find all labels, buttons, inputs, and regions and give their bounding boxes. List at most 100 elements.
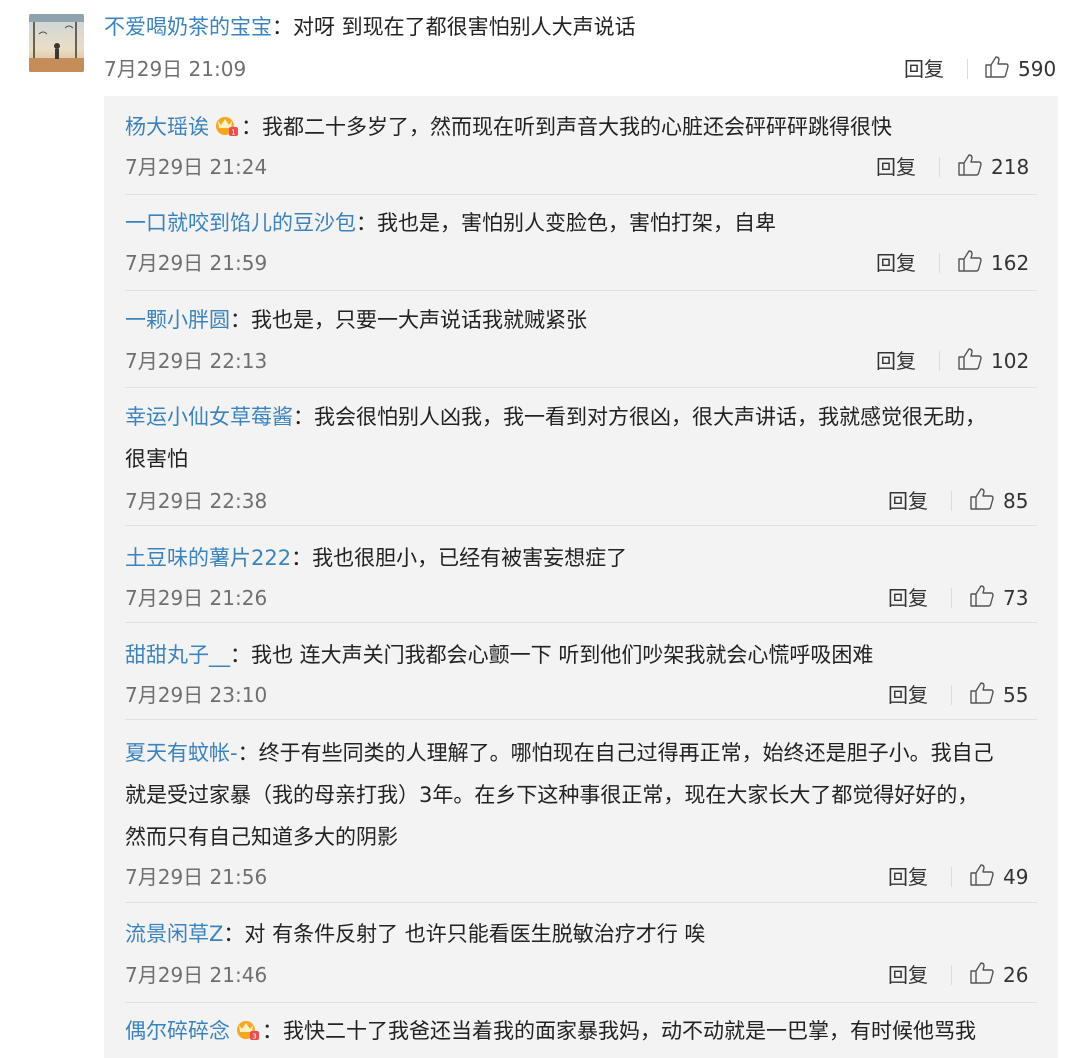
reply-username[interactable]: 幸运小仙女草莓酱 — [125, 405, 293, 429]
like-button[interactable]: 590 — [984, 56, 1056, 82]
colon: ： — [223, 922, 245, 946]
like-button[interactable]: 85 — [969, 488, 1028, 514]
reply-username[interactable]: 一颗小胖圆 — [125, 308, 230, 332]
colon: ： — [356, 211, 377, 235]
colon: ： — [291, 546, 313, 570]
divider — [951, 965, 952, 985]
like-count: 218 — [991, 155, 1030, 179]
like-button[interactable]: 162 — [957, 250, 1029, 276]
row-divider — [125, 290, 1037, 291]
colon: ： — [230, 308, 251, 332]
reply-text: 我快二十了我爸还当着我的面家暴我妈，动不动就是一巴掌，有时候他骂我 — [283, 1019, 976, 1043]
timestamp: 7月29日 22:13 — [125, 349, 268, 373]
thumbs-up-icon — [984, 55, 1010, 83]
thumbs-up-icon — [969, 681, 995, 709]
like-button[interactable]: 102 — [957, 348, 1029, 374]
row-divider — [125, 194, 1037, 195]
like-count: 102 — [991, 349, 1030, 373]
timestamp: 7月29日 21:59 — [125, 251, 268, 275]
timestamp: 7月29日 21:46 — [125, 963, 268, 987]
like-count: 85 — [1003, 489, 1029, 513]
colon: ： — [262, 1019, 283, 1043]
thumbs-up-icon — [957, 153, 983, 181]
timestamp: 7月29日 21:26 — [125, 586, 268, 610]
reply-button[interactable]: 回复 — [876, 348, 916, 374]
row-divider — [125, 1002, 1037, 1003]
svg-text:1: 1 — [231, 129, 235, 137]
divider — [951, 867, 952, 887]
comment-text: 对呀 到现在了都很害怕别人大声说话 — [293, 15, 636, 39]
reply-button[interactable]: 回复 — [888, 488, 928, 514]
divider — [951, 491, 952, 511]
reply-username[interactable]: 夏天有蚊帐- — [125, 741, 238, 765]
avatar[interactable] — [29, 14, 84, 72]
vip-crown-icon: 1 — [213, 109, 239, 151]
thumbs-up-icon — [957, 249, 983, 277]
row-divider — [125, 525, 1037, 526]
row-divider — [125, 387, 1037, 388]
reply-username[interactable]: 土豆味的薯片222 — [125, 546, 291, 570]
divider — [951, 588, 952, 608]
reply-button[interactable]: 回复 — [888, 682, 928, 708]
like-count: 162 — [991, 251, 1030, 275]
colon: ： — [241, 115, 262, 139]
reply-text-continued: 就是受过家暴（我的母亲打我）3年。在乡下这种事很正常，现在大家长大了都觉得好好的… — [125, 783, 979, 807]
reply-button[interactable]: 回复 — [876, 154, 916, 180]
reply-button[interactable]: 回复 — [888, 585, 928, 611]
divider — [939, 351, 940, 371]
reply-text: 终于有些同类的人理解了。哪怕现在自己过得再正常，始终还是胆子小。我自己 — [258, 741, 994, 765]
thumbs-up-icon — [969, 487, 995, 515]
row-divider — [125, 902, 1037, 903]
timestamp: 7月29日 23:10 — [125, 683, 268, 707]
replies-panel: 杨大瑶诶 1 ：我都二十多岁了，然而现在听到声音大我的心脏还会砰砰砰跳得很快 7月2… — [104, 96, 1058, 1058]
thumbs-up-icon — [957, 347, 983, 375]
reply-button[interactable]: 回复 — [888, 864, 928, 890]
like-button[interactable]: 218 — [957, 154, 1029, 180]
timestamp: 7月29日 22:38 — [125, 489, 268, 513]
reply-text: 我会很怕别人凶我，我一看到对方很凶，很大声讲话，我就感觉很无助， — [314, 405, 986, 429]
vip-crown-icon: 3 — [234, 1013, 260, 1055]
thumbs-up-icon — [969, 584, 995, 612]
reply-button[interactable]: 回复 — [888, 962, 928, 988]
colon: ： — [237, 741, 259, 765]
colon: ： — [230, 643, 251, 667]
reply-text: 我也 连大声关门我都会心颤一下 听到他们吵架我就会心慌呼吸困难 — [251, 643, 874, 667]
reply-text: 对 有条件反射了 也许只能看医生脱敏治疗才行 唉 — [244, 922, 706, 946]
reply-button[interactable]: 回复 — [876, 250, 916, 276]
timestamp: 7月29日 21:09 — [104, 57, 247, 81]
divider — [939, 253, 940, 273]
reply-username[interactable]: 流景闲草Z — [125, 922, 223, 946]
username[interactable]: 不爱喝奶茶的宝宝 — [104, 15, 272, 39]
reply-text: 我都二十多岁了，然而现在听到声音大我的心脏还会砰砰砰跳得很快 — [262, 115, 892, 139]
timestamp: 7月29日 21:24 — [125, 155, 268, 179]
svg-text:3: 3 — [252, 1033, 256, 1041]
divider — [967, 59, 968, 79]
like-count: 26 — [1003, 963, 1029, 987]
reply-button[interactable]: 回复 — [904, 56, 944, 82]
reply-username[interactable]: 一口就咬到馅儿的豆沙包 — [125, 211, 356, 235]
reply-text-continued: 很害怕 — [125, 447, 188, 471]
reply-text-continued: 然而只有自己知道多大的阴影 — [125, 825, 398, 849]
like-count: 590 — [1018, 57, 1057, 81]
like-count: 73 — [1003, 586, 1029, 610]
reply-username[interactable]: 甜甜丸子__ — [125, 643, 230, 667]
thumbs-up-icon — [969, 961, 995, 989]
like-button[interactable]: 26 — [969, 962, 1028, 988]
reply-text: 我也是，只要一大声说话我就贼紧张 — [251, 308, 587, 332]
timestamp: 7月29日 21:56 — [125, 865, 268, 889]
like-count: 49 — [1003, 865, 1029, 889]
reply-text: 我也是，害怕别人变脸色，害怕打架，自卑 — [377, 211, 776, 235]
divider — [939, 157, 940, 177]
reply-username[interactable]: 偶尔碎碎念 — [125, 1019, 230, 1043]
row-divider — [125, 622, 1037, 623]
reply-text: 我也很胆小，已经有被害妄想症了 — [312, 546, 628, 570]
divider — [951, 685, 952, 705]
like-button[interactable]: 55 — [969, 682, 1028, 708]
like-button[interactable]: 49 — [969, 864, 1028, 890]
top-comment: 不爱喝奶茶的宝宝：对呀 到现在了都很害怕别人大声说话 7月29日 21:09 回… — [0, 0, 1080, 96]
like-button[interactable]: 73 — [969, 585, 1028, 611]
colon: ： — [272, 15, 293, 39]
reply-username[interactable]: 杨大瑶诶 — [125, 115, 209, 139]
row-divider — [125, 719, 1037, 720]
thumbs-up-icon — [969, 863, 995, 891]
